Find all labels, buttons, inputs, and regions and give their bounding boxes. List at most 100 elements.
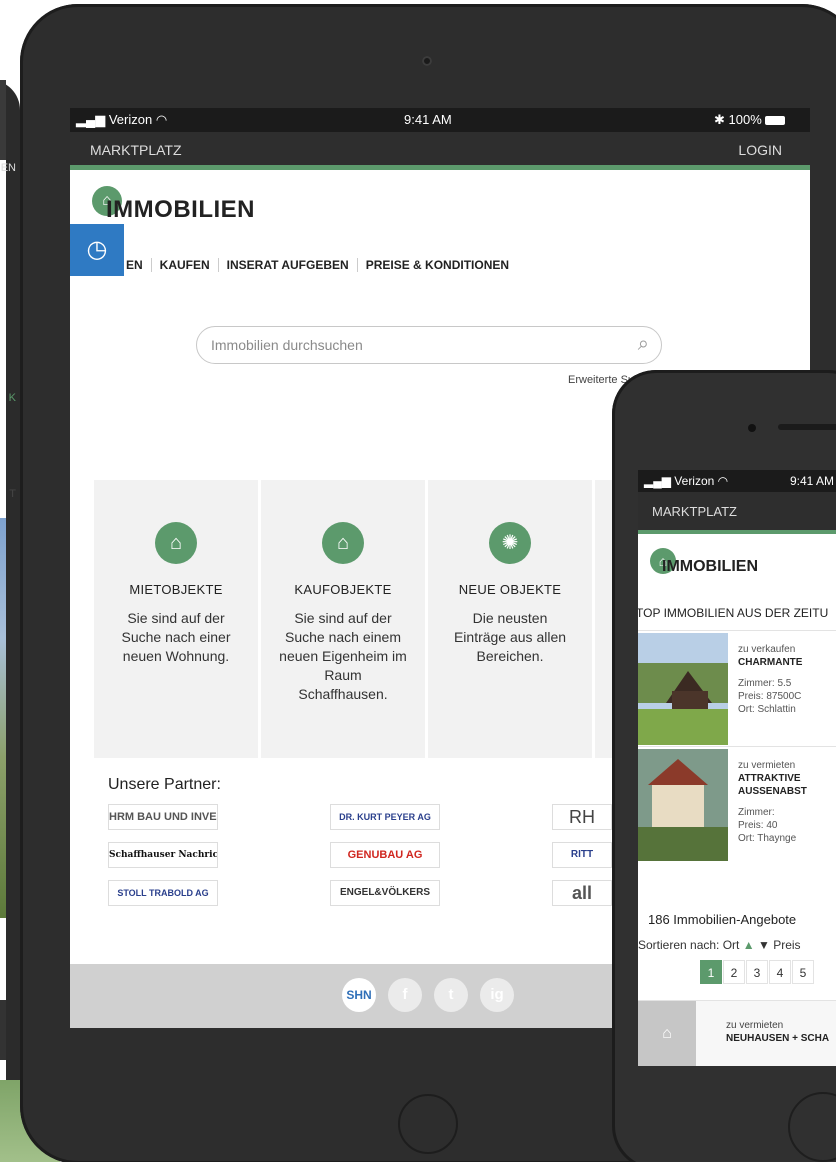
shn-icon[interactable]: SHN xyxy=(342,978,376,1012)
listing-place: Ort: Thaynge xyxy=(738,833,797,844)
logo-text: IMMOBILIEN xyxy=(106,196,255,223)
partner-logo-shn[interactable]: Schaffhauser Nachrichten xyxy=(108,842,218,868)
sort-price-label[interactable]: Preis xyxy=(773,938,800,952)
battery-icon xyxy=(764,116,785,126)
home-icon: ⌂ xyxy=(638,1001,696,1066)
sort-label[interactable]: Sortieren nach: Ort xyxy=(638,938,739,952)
phone-status-bar: ▂▄▆ Verizon ◠ 9:41 AM xyxy=(638,470,836,492)
partner-logo-hrm[interactable]: HRM BAU UND INVEST AG xyxy=(108,804,218,830)
listing-photo-house xyxy=(638,749,728,861)
listing-photo-chalet xyxy=(638,633,728,745)
tile-kaufobjekte[interactable]: ⌂ KAUFOBJEKTE Sie sind auf der Suche nac… xyxy=(261,480,425,758)
top-navbar: MARKTPLATZ LOGIN xyxy=(70,132,810,170)
sort-bar: Sortieren nach: Ort ▲ ▼ Preis xyxy=(638,938,801,952)
history-clock-button[interactable]: ◷ xyxy=(70,224,124,276)
listing-title: CHARMANTE xyxy=(738,657,803,668)
phone-home-button[interactable] xyxy=(788,1092,836,1162)
phone-logo-text[interactable]: IMMOBILIEN xyxy=(662,558,758,576)
menu-item-mieten[interactable]: EN xyxy=(126,258,151,272)
page-3[interactable]: 3 xyxy=(746,960,768,984)
partner-logo-stoll[interactable]: STOLL TRABOLD AG xyxy=(108,880,218,906)
clock-label: 9:41 AM xyxy=(404,112,452,127)
tablet-camera xyxy=(422,56,432,66)
page-1[interactable]: 1 xyxy=(700,960,722,984)
listing-row[interactable]: ⌂ zu vermieten NEUHAUSEN + SCHA xyxy=(638,1000,836,1066)
tile-text: Sie sind auf der Suche nach einer neuen … xyxy=(121,610,231,664)
background-tablet: EN K T xyxy=(0,80,20,1162)
page-4[interactable]: 4 xyxy=(769,960,791,984)
phone-screen: ▂▄▆ Verizon ◠ 9:41 AM MARKTPLATZ ⌂ IMMOB… xyxy=(638,470,836,1066)
menu-item-kaufen[interactable]: KAUFEN xyxy=(150,258,218,272)
search-icon[interactable]: ⌕ xyxy=(638,333,649,356)
background-footer xyxy=(0,1000,6,1060)
instagram-icon[interactable]: ig xyxy=(480,978,514,1012)
home-icon: ⌂ xyxy=(155,522,197,564)
background-menu-fragment: EN xyxy=(0,162,16,174)
search-box: ⌕ xyxy=(196,326,662,364)
listing-item[interactable]: zu verkaufen CHARMANTE Zimmer: 5.5 Preis… xyxy=(638,630,836,746)
results-count: 186 Immobilien-Angebote xyxy=(648,912,797,927)
phone-clock-label: 9:41 AM xyxy=(790,474,835,488)
listing-type: zu vermieten xyxy=(738,760,796,771)
partner-logo-engel[interactable]: ENGEL&VÖLKERS xyxy=(330,880,440,906)
partner-logo-peyer[interactable]: DR. KURT PEYER AG xyxy=(330,804,440,830)
phone-marktplatz-link[interactable]: MARKTPLATZ xyxy=(652,504,737,519)
twitter-icon[interactable]: t xyxy=(434,978,468,1012)
listing-price: Preis: 40 xyxy=(738,820,778,831)
listing-type: zu vermieten xyxy=(726,1020,784,1031)
listing-rooms: Zimmer: 5.5 xyxy=(738,678,792,689)
badge-icon: ✺ xyxy=(489,522,531,564)
phone-camera xyxy=(748,424,756,432)
tile-neue-objekte[interactable]: ✺ NEUE OBJEKTE Die neusten Einträge aus … xyxy=(428,480,592,758)
marktplatz-link[interactable]: MARKTPLATZ xyxy=(90,142,182,158)
phone-navbar: MARKTPLATZ xyxy=(638,492,836,534)
listing-item[interactable]: zu vermieten ATTRAKTIVE AUSSENABST Zimme… xyxy=(638,746,836,862)
signal-icon: ▂▄▆ xyxy=(644,474,675,488)
page-5[interactable]: 5 xyxy=(792,960,814,984)
sort-desc-icon[interactable]: ▼ xyxy=(758,938,770,952)
phone-speaker xyxy=(778,424,836,430)
partners-heading: Unsere Partner: xyxy=(108,776,221,793)
partner-logo-all[interactable]: all xyxy=(552,880,612,906)
search-input[interactable] xyxy=(211,335,601,355)
listing-title: NEUHAUSEN + SCHA xyxy=(726,1033,830,1044)
stage: EN K T ▂▄▆ Verizon ◠ 9:41 AM ✱ 100% MARK… xyxy=(0,0,836,1162)
top-listings-heading: TOP IMMOBILIEN AUS DER ZEITU xyxy=(638,606,829,620)
bluetooth-icon: ✱ xyxy=(714,112,729,127)
wifi-icon: ◠ xyxy=(717,474,729,488)
tile-text: Sie sind auf der Suche nach einem neuen … xyxy=(279,610,407,702)
home-icon: ⌂ xyxy=(322,522,364,564)
partner-logo-genubau[interactable]: GENUBAU AG xyxy=(330,842,440,868)
facebook-icon[interactable]: f xyxy=(388,978,422,1012)
page-2[interactable]: 2 xyxy=(723,960,745,984)
listing-title: ATTRAKTIVE xyxy=(738,773,801,784)
tile-title: MIETOBJEKTE xyxy=(129,582,223,597)
phone-carrier-label: ▂▄▆ Verizon ◠ xyxy=(644,474,729,488)
partner-logo-ritt[interactable]: RITT xyxy=(552,842,612,868)
listing-rooms: Zimmer: xyxy=(738,807,775,818)
menu-item-inserat-aufgeben[interactable]: INSERAT AUFGEBEN xyxy=(217,258,357,272)
background-photo xyxy=(0,518,6,918)
listing-price: Preis: 87500C xyxy=(738,691,802,702)
listing-meta: zu vermieten ATTRAKTIVE AUSSENABST Zimme… xyxy=(738,759,807,845)
login-link[interactable]: LOGIN xyxy=(738,142,782,158)
carrier-label: ▂▄▆ Verizon ◠ xyxy=(76,112,168,127)
tile-title: KAUFOBJEKTE xyxy=(294,582,392,597)
background-topbar xyxy=(0,80,6,160)
tile-title: NEUE OBJEKTE xyxy=(458,582,562,597)
tile-text: Die neusten Einträge aus allen Bereichen… xyxy=(453,610,567,664)
signal-icon: ▂▄▆ xyxy=(76,112,109,127)
listing-type: zu verkaufen xyxy=(738,644,796,655)
partner-logo-rh[interactable]: RH xyxy=(552,804,612,830)
tile-mietobjekte[interactable]: ⌂ MIETOBJEKTE Sie sind auf der Suche nac… xyxy=(94,480,258,758)
listing-meta: zu verkaufen CHARMANTE Zimmer: 5.5 Preis… xyxy=(738,643,802,716)
menu-item-preise-konditionen[interactable]: PREISE & KONDITIONEN xyxy=(356,258,517,272)
phone-device: ▂▄▆ Verizon ◠ 9:41 AM MARKTPLATZ ⌂ IMMOB… xyxy=(612,370,836,1162)
background-link-fragment: K xyxy=(8,392,16,404)
sort-asc-icon[interactable]: ▲ xyxy=(743,938,755,952)
listing-row-meta: zu vermieten NEUHAUSEN + SCHA xyxy=(726,1019,829,1045)
battery-status: ✱ 100% xyxy=(714,112,785,128)
pagination: 12345 xyxy=(700,960,815,984)
tablet-home-button[interactable] xyxy=(398,1094,458,1154)
clock-icon: ◷ xyxy=(86,236,108,263)
